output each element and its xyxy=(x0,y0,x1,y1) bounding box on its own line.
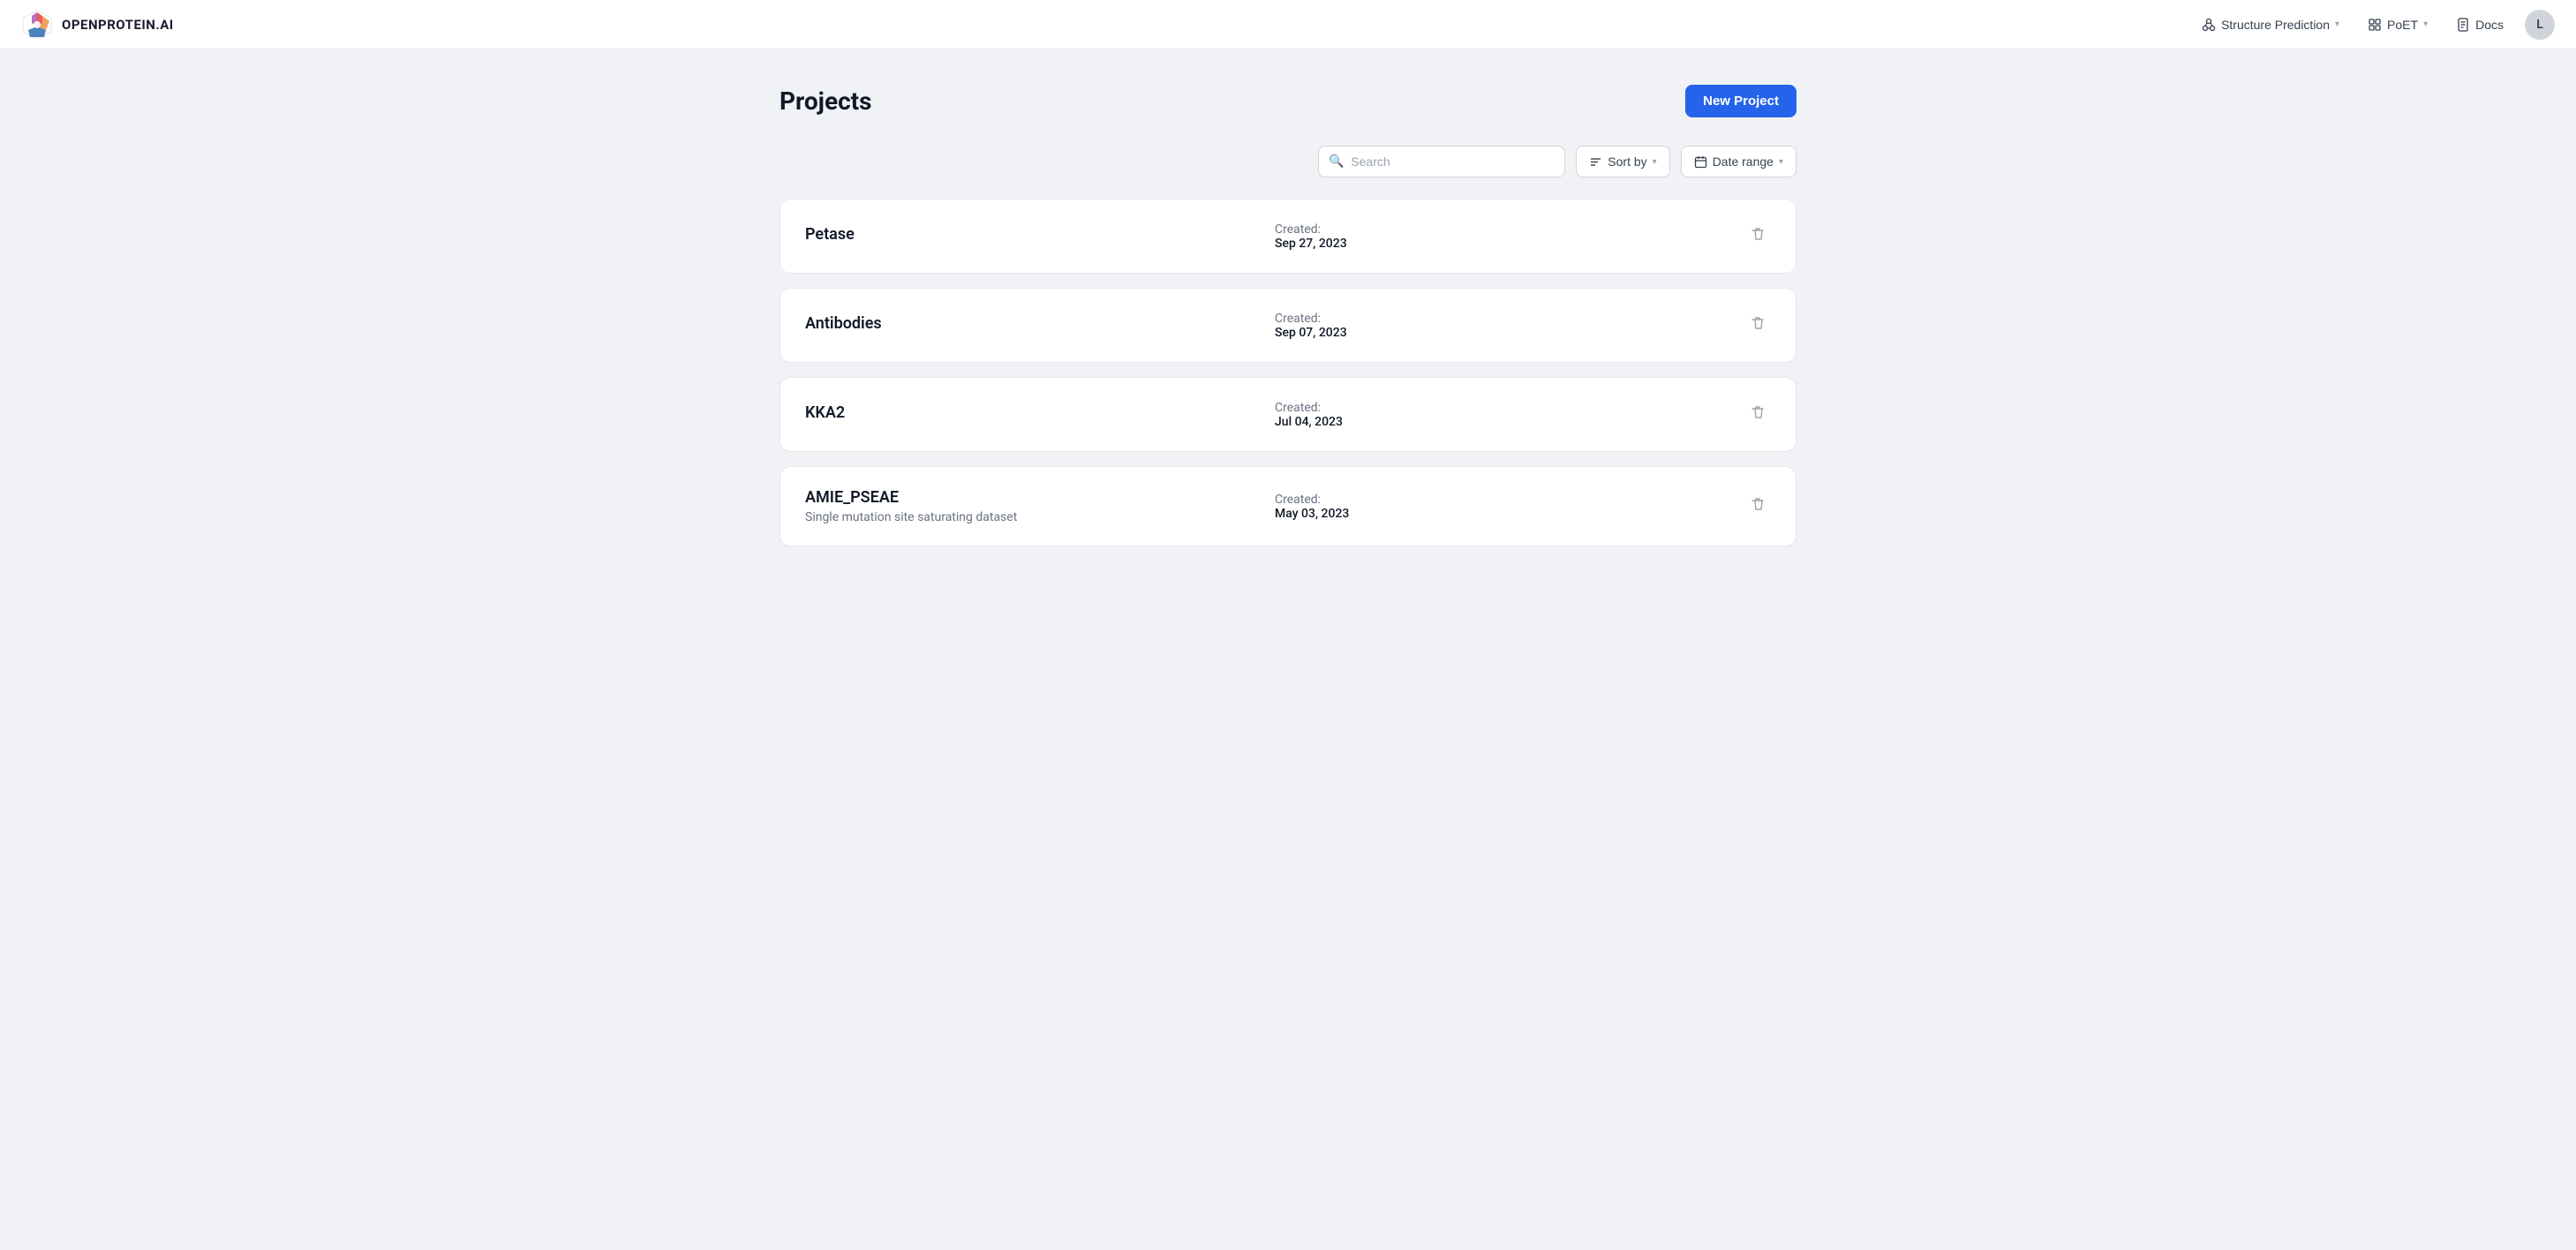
project-card[interactable]: Petase Created: Sep 27, 2023 xyxy=(780,199,1796,274)
project-card[interactable]: KKA2 Created: Jul 04, 2023 xyxy=(780,377,1796,452)
navbar-right: Structure Prediction ▾ PoET ▾ Docs xyxy=(2191,10,2555,40)
docs-icon xyxy=(2456,18,2470,32)
project-card-right xyxy=(1744,310,1771,341)
calendar-icon xyxy=(1694,155,1707,169)
project-name: KKA2 xyxy=(805,403,1275,422)
delete-project-button[interactable] xyxy=(1744,399,1771,430)
sort-by-label: Sort by xyxy=(1608,154,1646,169)
logo-icon xyxy=(21,9,53,41)
project-card-left: Petase xyxy=(805,225,1275,247)
project-list: Petase Created: Sep 27, 2023 Antibodies xyxy=(780,199,1796,546)
poet-chevron-icon: ▾ xyxy=(2423,19,2428,29)
project-card-center: Created: May 03, 2023 xyxy=(1275,493,1744,521)
structure-prediction-chevron-icon: ▾ xyxy=(2335,19,2339,29)
sort-icon xyxy=(1589,155,1602,169)
sort-by-chevron-icon: ▾ xyxy=(1653,157,1657,167)
trash-icon xyxy=(1750,315,1766,331)
project-created-date: Jul 04, 2023 xyxy=(1275,415,1744,429)
project-created-label: Created: xyxy=(1275,401,1744,415)
poet-icon xyxy=(2368,18,2382,32)
docs-label: Docs xyxy=(2475,18,2504,32)
project-card-left: KKA2 xyxy=(805,403,1275,425)
date-range-label: Date range xyxy=(1713,154,1774,169)
project-card-right xyxy=(1744,221,1771,252)
filters-row: 🔍 Sort by ▾ Date range ▾ xyxy=(780,146,1796,177)
project-card-center: Created: Sep 07, 2023 xyxy=(1275,312,1744,340)
poet-label: PoET xyxy=(2387,18,2418,32)
user-initial: L xyxy=(2536,18,2543,32)
delete-project-button[interactable] xyxy=(1744,221,1771,252)
navbar: OPENPROTEIN.AI Structure Prediction ▾ xyxy=(0,0,2576,49)
project-created-label: Created: xyxy=(1275,493,1744,507)
structure-prediction-nav-btn[interactable]: Structure Prediction ▾ xyxy=(2191,11,2350,38)
project-card[interactable]: AMIE_PSEAE Single mutation site saturati… xyxy=(780,466,1796,546)
date-range-chevron-icon: ▾ xyxy=(1779,157,1783,167)
project-card-right xyxy=(1744,491,1771,522)
project-created-date: Sep 07, 2023 xyxy=(1275,326,1744,340)
search-icon: 🔍 xyxy=(1329,154,1344,169)
delete-project-button[interactable] xyxy=(1744,310,1771,341)
project-created-date: Sep 27, 2023 xyxy=(1275,237,1744,251)
project-card-left: Antibodies xyxy=(805,314,1275,336)
date-range-button[interactable]: Date range ▾ xyxy=(1681,146,1796,177)
search-wrapper: 🔍 xyxy=(1318,146,1565,177)
project-name: Antibodies xyxy=(805,314,1275,333)
poet-nav-btn[interactable]: PoET ▾ xyxy=(2357,11,2438,38)
page-title: Projects xyxy=(780,87,872,116)
project-name: Petase xyxy=(805,225,1275,244)
project-name: AMIE_PSEAE xyxy=(805,488,1275,507)
project-created-label: Created: xyxy=(1275,312,1744,326)
trash-icon xyxy=(1750,226,1766,242)
project-created-label: Created: xyxy=(1275,222,1744,237)
project-card-right xyxy=(1744,399,1771,430)
trash-icon xyxy=(1750,404,1766,420)
sort-by-button[interactable]: Sort by ▾ xyxy=(1576,146,1669,177)
project-card[interactable]: Antibodies Created: Sep 07, 2023 xyxy=(780,288,1796,363)
project-created-date: May 03, 2023 xyxy=(1275,507,1744,521)
brand-name: OPENPROTEIN.AI xyxy=(62,17,174,33)
project-card-center: Created: Sep 27, 2023 xyxy=(1275,222,1744,251)
trash-icon xyxy=(1750,496,1766,512)
main-content: Projects New Project 🔍 Sort by ▾ xyxy=(758,49,1818,582)
project-card-center: Created: Jul 04, 2023 xyxy=(1275,401,1744,429)
search-input[interactable] xyxy=(1318,146,1565,177)
delete-project-button[interactable] xyxy=(1744,491,1771,522)
project-card-left: AMIE_PSEAE Single mutation site saturati… xyxy=(805,488,1275,524)
new-project-button[interactable]: New Project xyxy=(1685,85,1796,117)
project-description: Single mutation site saturating dataset xyxy=(805,510,1275,524)
docs-nav-btn[interactable]: Docs xyxy=(2445,11,2514,38)
structure-prediction-icon xyxy=(2202,18,2216,32)
structure-prediction-label: Structure Prediction xyxy=(2221,18,2330,32)
logo-link[interactable]: OPENPROTEIN.AI xyxy=(21,9,174,41)
page-header: Projects New Project xyxy=(780,85,1796,117)
user-avatar[interactable]: L xyxy=(2525,10,2555,40)
